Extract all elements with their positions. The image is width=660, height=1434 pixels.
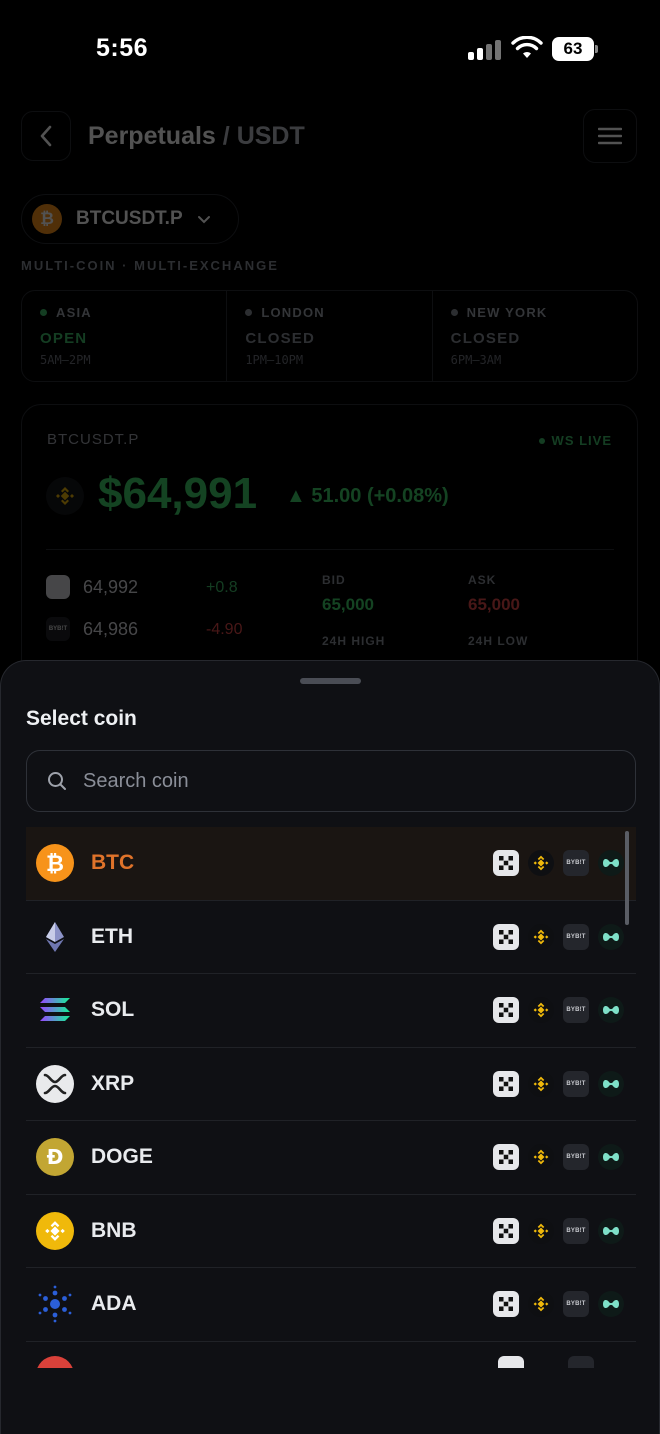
sol-icon — [36, 991, 74, 1029]
coin-row-eth[interactable]: ETH BYB!T — [26, 901, 636, 974]
bybit-icon: BYB!T — [563, 1217, 589, 1244]
doge-icon: Ð — [36, 1138, 74, 1177]
coin-icon-partial — [36, 1356, 74, 1368]
okx-icon — [493, 923, 519, 950]
coin-row-btc[interactable]: ₿ BTC BYB!T — [26, 827, 636, 901]
coin-list: ₿ BTC BYB!T ETH BYB!T SOL BYB!T XRP BYB!… — [26, 827, 636, 1367]
svg-text:Ð: Ð — [47, 1145, 64, 1169]
okx-icon — [493, 1144, 519, 1171]
coin-symbol: SOL — [91, 998, 135, 1022]
venue-icons: BYB!T — [493, 1217, 624, 1244]
venue-icons: BYB!T — [493, 1291, 624, 1318]
binance-icon — [528, 997, 554, 1024]
coin-symbol: XRP — [91, 1071, 135, 1095]
okx-icon — [493, 997, 519, 1024]
bybit-icon: BYB!T — [563, 997, 589, 1024]
hyperliquid-icon — [598, 1291, 624, 1318]
coin-row-bnb[interactable]: BNB BYB!T — [26, 1195, 636, 1268]
search-field[interactable] — [26, 750, 636, 812]
bybit-icon: BYB!T — [563, 1070, 589, 1097]
list-scrollbar[interactable] — [625, 831, 629, 925]
btc-icon: ₿ — [36, 844, 74, 883]
binance-icon — [528, 850, 554, 877]
coin-row-xrp[interactable]: XRP BYB!T — [26, 1048, 636, 1121]
coin-symbol: BTC — [91, 851, 135, 875]
xrp-icon — [36, 1064, 74, 1103]
coin-symbol: BNB — [91, 1218, 137, 1242]
venue-icons: BYB!T — [493, 997, 624, 1024]
ada-icon — [36, 1285, 74, 1323]
coin-row-sol[interactable]: SOL BYB!T — [26, 974, 636, 1048]
hyperliquid-icon — [598, 923, 624, 950]
sheet-grabber[interactable] — [300, 678, 361, 684]
coin-symbol: ETH — [91, 924, 133, 948]
bnb-icon — [36, 1211, 74, 1250]
okx-icon — [493, 1217, 519, 1244]
hyperliquid-icon — [598, 850, 624, 877]
venue-icons: BYB!T — [493, 923, 624, 950]
binance-icon — [528, 1217, 554, 1244]
venue-icons: BYB!T — [493, 850, 624, 877]
okx-icon — [498, 1356, 524, 1368]
search-icon — [48, 772, 66, 790]
coin-row-doge[interactable]: Ð DOGE BYB!T — [26, 1121, 636, 1195]
bybit-icon: BYB!T — [563, 1291, 589, 1318]
hyperliquid-icon — [598, 1144, 624, 1171]
bybit-icon: BYB!T — [563, 923, 589, 950]
venue-icons: BYB!T — [493, 1144, 624, 1171]
coin-symbol: ADA — [91, 1292, 137, 1316]
binance-icon — [528, 1144, 554, 1171]
search-input[interactable] — [83, 769, 583, 793]
coin-row-partial[interactable] — [26, 1356, 636, 1368]
hyperliquid-icon — [598, 1217, 624, 1244]
okx-icon — [493, 850, 519, 877]
bybit-icon: BYB!T — [563, 1144, 589, 1171]
okx-icon — [493, 1070, 519, 1097]
binance-icon — [528, 1070, 554, 1097]
coin-symbol: DOGE — [91, 1145, 153, 1169]
binance-icon — [528, 923, 554, 950]
coin-row-ada[interactable]: ADA BYB!T — [26, 1268, 636, 1342]
eth-icon — [36, 918, 74, 956]
bybit-icon: BYB!T — [563, 850, 589, 877]
venue-icons: BYB!T — [493, 1070, 624, 1097]
svg-text:₿: ₿ — [46, 852, 64, 876]
hyperliquid-icon — [598, 1070, 624, 1097]
binance-icon — [528, 1291, 554, 1318]
hyperliquid-icon — [598, 997, 624, 1024]
okx-icon — [493, 1291, 519, 1318]
coin-picker-sheet: Select coin ₿ BTC BYB!T ETH — [0, 660, 660, 1434]
bybit-icon — [568, 1356, 594, 1368]
sheet-title: Select coin — [26, 707, 137, 730]
